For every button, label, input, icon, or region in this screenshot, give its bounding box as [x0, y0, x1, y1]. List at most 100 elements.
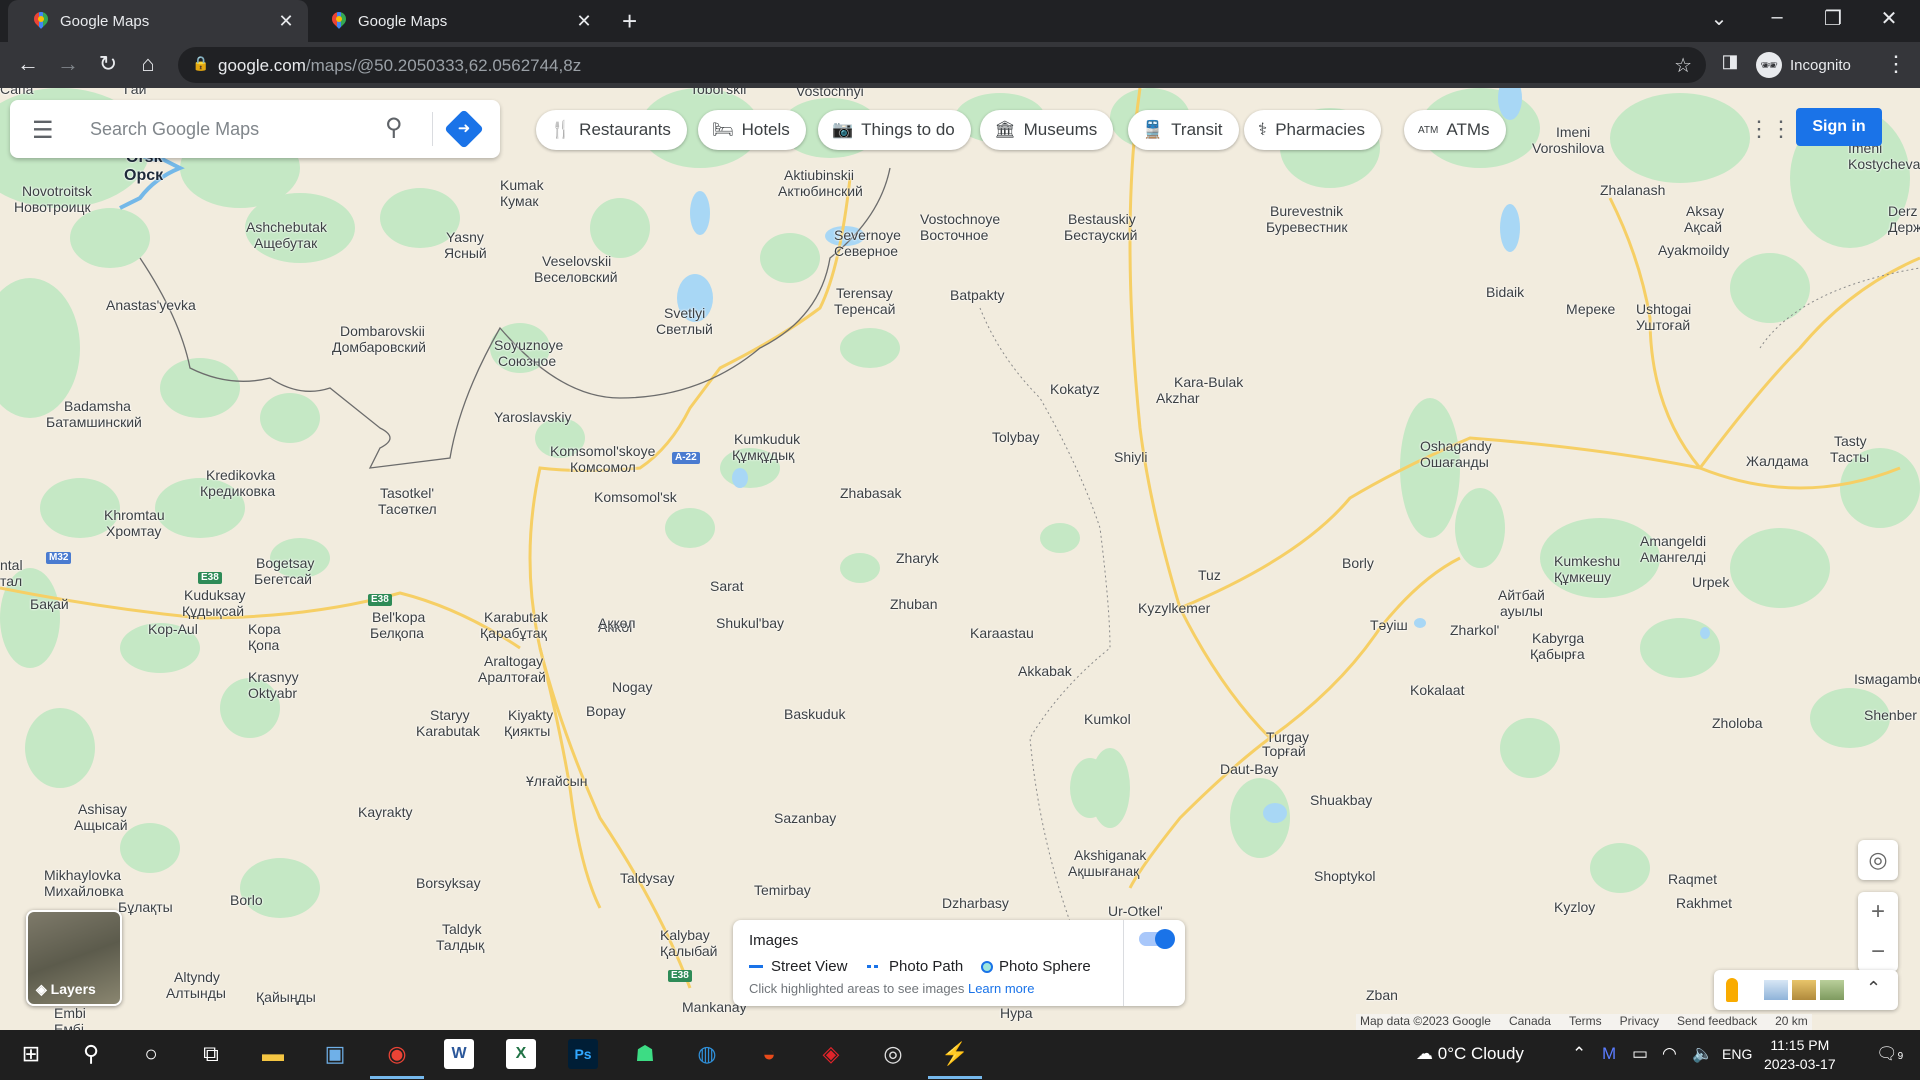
- place-label[interactable]: Ayakmoildy: [1658, 243, 1729, 258]
- place-label[interactable]: Ащебутак: [254, 236, 317, 251]
- place-label[interactable]: Vostochnoye: [920, 212, 1000, 227]
- flash-app-icon[interactable]: ⚡: [928, 1039, 982, 1079]
- place-label[interactable]: Zhabasak: [840, 486, 901, 501]
- place-label[interactable]: Тасты: [1830, 450, 1869, 465]
- place-label[interactable]: Торғай: [1262, 744, 1306, 759]
- place-label[interactable]: Қопа: [248, 638, 279, 653]
- maximize-icon[interactable]: ❐: [1818, 6, 1848, 31]
- place-label[interactable]: Михайловка: [44, 884, 124, 899]
- place-label[interactable]: Веселовский: [534, 270, 618, 285]
- place-label[interactable]: Baskuduk: [784, 707, 845, 722]
- place-label[interactable]: Derz: [1888, 204, 1918, 219]
- place-label[interactable]: Алтынды: [166, 986, 226, 1001]
- app-icon[interactable]: ◒: [754, 1039, 784, 1069]
- place-label[interactable]: Khromtau: [104, 508, 165, 523]
- directions-icon[interactable]: ➜: [444, 109, 484, 149]
- place-label[interactable]: Қиякты: [504, 724, 550, 739]
- place-label[interactable]: Амангелді: [1640, 550, 1706, 565]
- place-label[interactable]: Temirbay: [754, 883, 811, 898]
- place-label[interactable]: Бестауский: [1064, 228, 1137, 243]
- place-label[interactable]: Bestauskiy: [1068, 212, 1136, 227]
- place-label[interactable]: Dombarovskii: [340, 324, 425, 339]
- place-label[interactable]: Kuduksay: [184, 588, 245, 603]
- search-icon[interactable]: ⚲: [385, 113, 403, 142]
- place-label[interactable]: Kara-Bulak: [1174, 375, 1243, 390]
- tab-google-maps-2[interactable]: Google Maps ✕: [306, 0, 606, 42]
- place-label[interactable]: Taldyk: [442, 922, 482, 937]
- place-label[interactable]: Aksay: [1686, 204, 1724, 219]
- zoom-in-button[interactable]: +: [1858, 892, 1898, 932]
- place-label[interactable]: Batpakty: [950, 288, 1004, 303]
- place-label[interactable]: Shiyli: [1114, 450, 1147, 465]
- place-label[interactable]: Amangeldi: [1640, 534, 1706, 549]
- place-label[interactable]: Ембі: [54, 1022, 84, 1031]
- region-link[interactable]: Canada: [1509, 1014, 1551, 1030]
- show-hidden-icons[interactable]: ⌃: [1572, 1044, 1586, 1064]
- place-label[interactable]: Құмқұдық: [732, 448, 794, 463]
- place-label[interactable]: Badamsha: [64, 399, 131, 414]
- place-label[interactable]: Kiyakty: [508, 708, 553, 723]
- place-label[interactable]: Urpek: [1692, 575, 1729, 590]
- place-label[interactable]: тал: [0, 574, 22, 589]
- imagery-thumbnail[interactable]: [1764, 980, 1788, 1000]
- place-label[interactable]: Dzharbasy: [942, 896, 1009, 911]
- place-label[interactable]: Kumkol: [1084, 712, 1131, 727]
- place-label[interactable]: Комсомол: [570, 460, 636, 475]
- search-input[interactable]: Search Google Maps: [90, 119, 259, 140]
- place-label[interactable]: Bidaik: [1486, 285, 1524, 300]
- scale-label[interactable]: 20 km: [1775, 1014, 1808, 1030]
- place-label[interactable]: Новотроицк: [14, 200, 91, 215]
- place-label[interactable]: Ақкөл: [598, 616, 636, 631]
- close-window-icon[interactable]: ✕: [1874, 6, 1904, 31]
- word-icon[interactable]: W: [444, 1039, 474, 1069]
- new-tab-button[interactable]: +: [622, 6, 637, 37]
- chip-restaurants[interactable]: 🍴 Restaurants: [536, 110, 687, 150]
- place-label[interactable]: Daut-Bay: [1220, 762, 1278, 777]
- place-label[interactable]: Сапа: [0, 88, 33, 97]
- place-label[interactable]: Северное: [834, 244, 898, 259]
- place-label[interactable]: Komsomol'skoye: [550, 444, 655, 459]
- tray-app-icon[interactable]: M: [1602, 1044, 1616, 1064]
- terms-link[interactable]: Terms: [1569, 1014, 1602, 1030]
- place-label[interactable]: Karabutak: [484, 610, 548, 625]
- windows-start-icon[interactable]: ⊞: [16, 1039, 46, 1069]
- chrome-icon[interactable]: ◉: [370, 1039, 424, 1079]
- place-label[interactable]: Vostochnyi: [796, 88, 864, 99]
- place-label[interactable]: Yasny: [446, 230, 484, 245]
- control-panel-icon[interactable]: ▣: [320, 1039, 350, 1069]
- place-label[interactable]: Қарабұтақ: [480, 626, 547, 641]
- place-label[interactable]: Nogay: [612, 680, 652, 695]
- place-label[interactable]: Tasotkel': [380, 486, 434, 501]
- zoom-out-button[interactable]: −: [1858, 932, 1898, 972]
- imagery-thumbnail[interactable]: [1792, 980, 1816, 1000]
- place-label[interactable]: Tuz: [1198, 568, 1221, 583]
- place-label[interactable]: Құдықсай: [182, 604, 244, 619]
- notifications-icon[interactable]: 🗨9: [1876, 1044, 1903, 1064]
- place-label[interactable]: Kumkeshu: [1554, 554, 1620, 569]
- browser-menu-icon[interactable]: ⋮: [1882, 51, 1910, 77]
- place-label[interactable]: Rakhmet: [1676, 896, 1732, 911]
- place-label[interactable]: Ясный: [444, 246, 487, 261]
- place-label[interactable]: Ashisay: [78, 802, 127, 817]
- game-app-icon[interactable]: ◈: [816, 1039, 846, 1069]
- learn-more-link[interactable]: Learn more: [968, 981, 1034, 996]
- place-label[interactable]: Теренсай: [834, 302, 895, 317]
- place-label[interactable]: Батамшинский: [46, 415, 142, 430]
- hamburger-menu-icon[interactable]: ☰: [32, 116, 54, 145]
- chip-atms[interactable]: ATM ATMs: [1404, 110, 1506, 150]
- place-label[interactable]: Shuakbay: [1310, 793, 1372, 808]
- place-label[interactable]: Ur-Otkel': [1108, 904, 1163, 919]
- place-label[interactable]: Komsomol'sk: [594, 490, 677, 505]
- place-label[interactable]: Voroshilova: [1532, 141, 1604, 156]
- place-label[interactable]: Tolybay: [992, 430, 1039, 445]
- tab-google-maps-1[interactable]: Google Maps ✕: [8, 0, 308, 42]
- place-label[interactable]: Bopay: [586, 704, 626, 719]
- cortana-icon[interactable]: ○: [136, 1039, 166, 1069]
- place-label[interactable]: Жалдама: [1746, 454, 1808, 469]
- place-label[interactable]: Мереке: [1566, 302, 1615, 317]
- place-label[interactable]: Zban: [1366, 988, 1398, 1003]
- place-label[interactable]: Хромтау: [106, 524, 161, 539]
- place-label[interactable]: Shoptykol: [1314, 869, 1375, 884]
- place-label[interactable]: Нура: [1000, 1006, 1033, 1021]
- place-label[interactable]: Светлый: [656, 322, 713, 337]
